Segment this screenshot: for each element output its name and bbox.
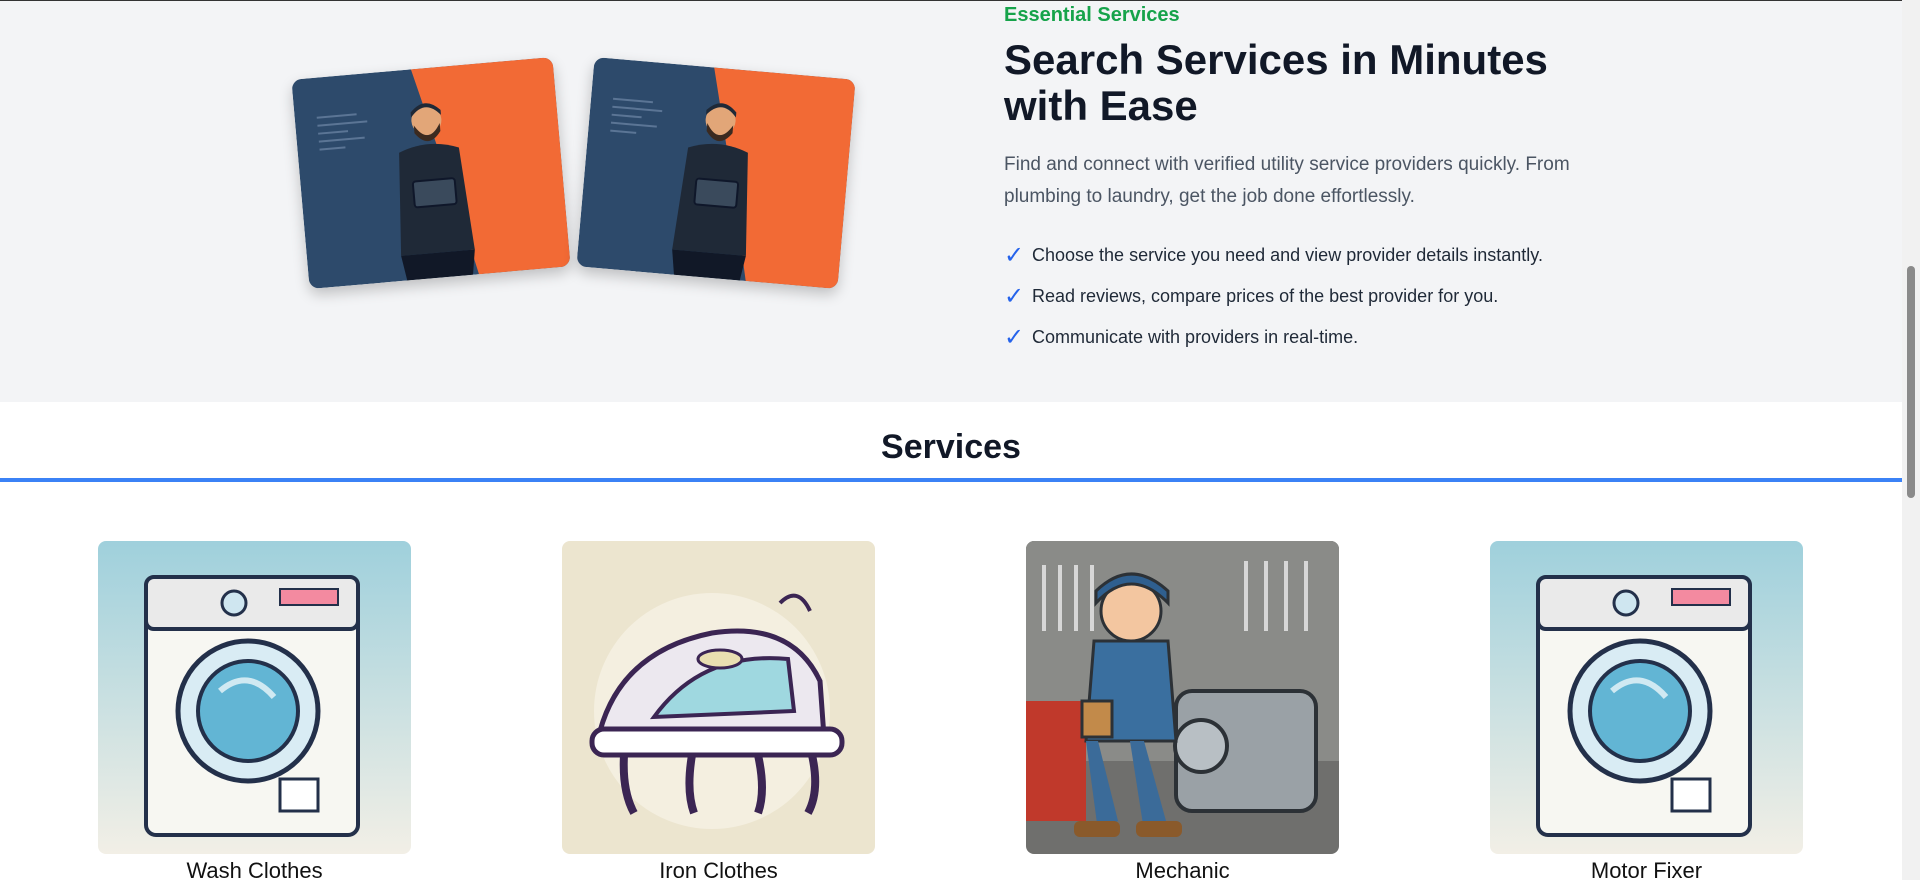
feature-text: Choose the service you need and view pro…	[1032, 245, 1543, 265]
feature-item: ✓ Choose the service you need and view p…	[1004, 235, 1543, 276]
technician-illustration	[576, 56, 856, 290]
section-eyebrow: Essential Services	[1004, 4, 1180, 26]
services-heading: Services	[881, 428, 1021, 466]
mechanic-icon[interactable]	[1026, 541, 1339, 854]
page-scrollbar[interactable]	[1902, 0, 1920, 880]
washing-machine-icon[interactable]	[1490, 541, 1803, 854]
hero-section: Essential Services Search Services in Mi…	[0, 1, 1902, 402]
feature-text: Communicate with providers in real-time.	[1032, 327, 1359, 347]
technician-illustration	[291, 56, 571, 290]
washing-machine-icon[interactable]	[98, 541, 411, 854]
service-card-iron-clothes[interactable]: Iron Clothes	[562, 541, 875, 880]
hero-illustration-card	[291, 56, 571, 290]
hero-lead: Find and connect with verified utility s…	[1004, 154, 1570, 207]
service-card-mechanic[interactable]: Mechanic	[1026, 541, 1339, 880]
service-card-motor-fixer[interactable]: Motor Fixer	[1490, 541, 1803, 880]
check-icon: ✓	[1004, 241, 1025, 269]
check-icon: ✓	[1004, 282, 1025, 310]
feature-item: ✓ Read reviews, compare prices of the be…	[1004, 276, 1543, 317]
service-label: Iron Clothes	[659, 858, 778, 880]
scrollbar-thumb[interactable]	[1907, 266, 1915, 498]
check-icon: ✓	[1004, 323, 1025, 351]
services-divider	[0, 478, 1902, 482]
feature-item: ✓ Communicate with providers in real-tim…	[1004, 317, 1543, 358]
service-label: Wash Clothes	[186, 858, 323, 880]
hero-illustration-card	[576, 56, 856, 290]
service-label: Mechanic	[1135, 858, 1230, 880]
feature-text: Read reviews, compare prices of the best…	[1032, 286, 1499, 306]
service-card-wash-clothes[interactable]: Wash Clothes	[98, 541, 411, 880]
hero-headline: Search Services in Minutes with Ease	[1004, 36, 1548, 129]
service-label: Motor Fixer	[1590, 858, 1703, 880]
feature-list: ✓ Choose the service you need and view p…	[1004, 235, 1543, 358]
iron-icon[interactable]	[562, 541, 875, 854]
